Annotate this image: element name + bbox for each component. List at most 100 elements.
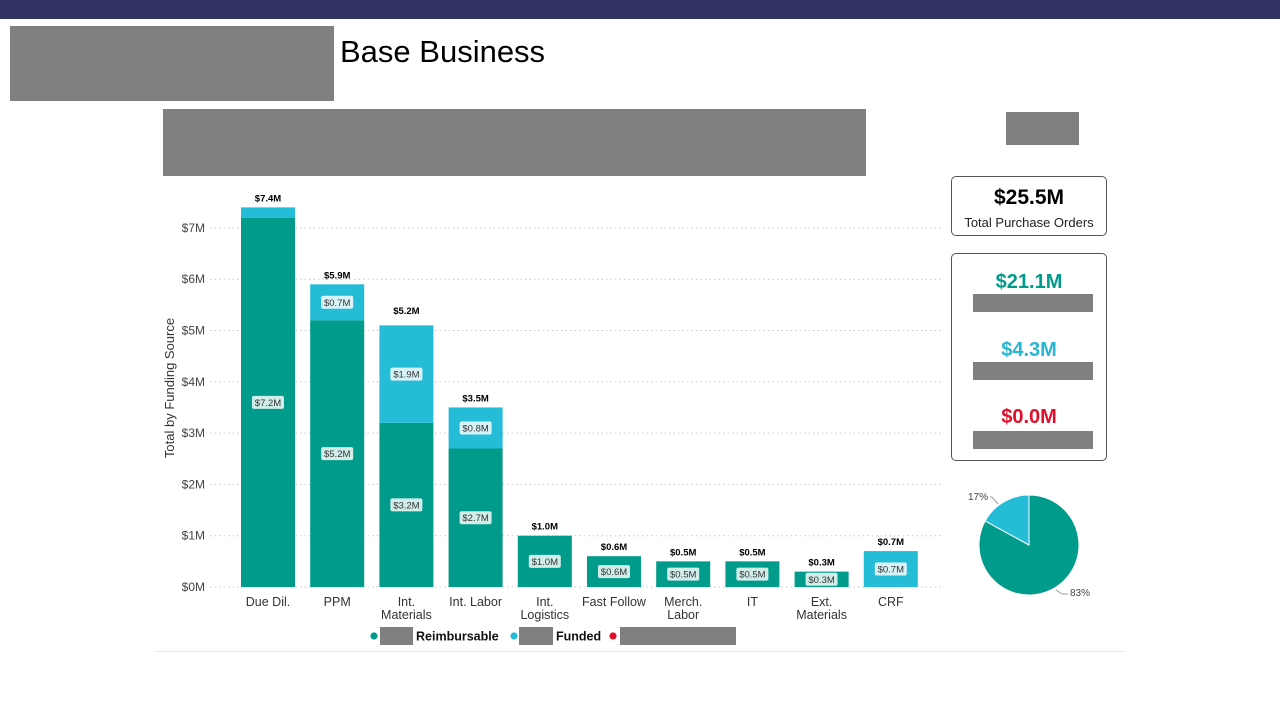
bar-funded [448,407,503,449]
redacted-kpi-label [973,362,1093,380]
x-tick-label: Int. Labor [449,595,502,609]
x-tick-label: Logistics [520,608,569,622]
x-tick-label: Ext. [811,595,833,609]
y-tick-label: $6M [182,272,205,286]
data-label-bg [459,421,492,435]
data-label: $5.2M [324,449,350,460]
bar-funded [379,325,434,423]
y-tick-label: $0M [182,580,205,594]
x-tick-label: Materials [381,608,432,622]
reimbursable-total-value: $21.1M [995,271,1063,293]
legend-label: Reimbursable [416,630,499,644]
data-label-bg [390,498,423,512]
y-tick-label: $4M [182,375,205,389]
data-label-bg [736,567,769,581]
legend-label: Funded [556,630,601,644]
bar-reimbursable [310,320,365,587]
header-bar [0,0,1280,19]
total-label: $0.7M [878,537,904,548]
y-tick-label: $3M [182,426,205,440]
y-axis-label: Total by Funding Source [162,318,177,458]
y-tick-label: $1M [182,529,205,543]
x-tick-label: IT [747,595,758,609]
data-label: $0.5M [739,570,765,581]
data-label: $0.7M [878,565,904,576]
bar-reimbursable [587,556,641,587]
bar-reimbursable [656,561,711,587]
data-label: $0.3M [808,575,834,586]
redacted-tag [1006,112,1079,145]
redacted-legend-text [380,627,413,645]
total-label: $3.5M [462,393,488,404]
redacted-logo [10,26,334,101]
data-label-bg [390,367,423,381]
total-label: $1.0M [532,522,558,533]
x-tick-label: Due Dil. [246,595,290,609]
bar-reimbursable [448,448,503,587]
data-label-bg [252,395,284,409]
data-label-bg [321,295,354,309]
bar-funded [310,284,365,321]
bar-reimbursable [517,535,572,587]
x-tick-label: Merch. [664,595,702,609]
bottom-divider [155,651,1125,652]
y-tick-label: $5M [182,324,205,338]
legend-marker [370,632,378,640]
funding-breakdown-card: $21.1M $4.3M $0.0M [951,253,1107,461]
total-label: $7.4M [255,193,281,204]
legend-marker [510,632,518,640]
x-tick-label: Fast Follow [582,595,647,609]
redacted-legend-text [620,627,736,645]
pie-slice [984,494,1030,546]
redacted-kpi-label [973,294,1093,312]
data-label-bg [667,567,700,581]
redacted-kpi-label [973,431,1093,449]
data-label: $0.7M [324,298,350,309]
data-label: $7.2M [255,398,281,409]
total-label: $0.5M [670,547,696,558]
pie-leader-line [1055,589,1068,595]
total-purchase-orders-label: Total Purchase Orders [964,215,1094,230]
data-label-bg [874,562,907,576]
data-label: $0.8M [462,423,488,434]
total-label: $5.9M [324,270,350,281]
total-label: $0.3M [808,558,834,569]
pie-label: 17% [968,492,988,503]
x-tick-label: Int. [398,595,415,609]
x-tick-label: PPM [324,595,351,609]
total-purchase-orders-value: $25.5M [993,186,1065,209]
data-label-bg [321,447,354,461]
legend-marker [609,632,617,640]
total-purchase-orders-card: $25.5M Total Purchase Orders [951,176,1107,236]
x-tick-label: CRF [878,595,904,609]
bar-reimbursable [379,422,434,587]
x-tick-label: Materials [796,608,847,622]
funded-total-value: $4.3M [1001,339,1057,361]
third-category-total-value: $0.0M [1001,406,1057,428]
total-label: $0.5M [739,547,765,558]
total-label: $5.2M [393,306,419,317]
data-label: $0.6M [601,567,627,578]
data-label: $1.0M [532,557,558,568]
data-label-bg [459,511,492,525]
data-label-bg [528,554,561,568]
data-label: $0.5M [670,570,696,581]
bar-reimbursable [241,217,295,587]
data-label-bg [598,565,630,579]
y-tick-label: $2M [182,477,205,491]
redacted-legend-text [519,627,553,645]
total-label: $0.6M [601,542,627,553]
pie-label: 83% [1070,588,1090,599]
pie-leader-line [990,496,999,505]
data-label: $1.9M [393,370,419,381]
data-label-bg [805,572,838,586]
y-tick-label: $7M [182,221,205,235]
data-label: $2.7M [462,513,488,524]
page-title: Base Business [340,34,546,69]
data-label: $3.2M [393,500,419,511]
bar-funded [241,207,295,218]
x-tick-label: Int. [536,595,553,609]
bar-reimbursable [794,571,849,587]
x-tick-label: Labor [667,608,699,622]
bar-reimbursable [725,561,780,587]
